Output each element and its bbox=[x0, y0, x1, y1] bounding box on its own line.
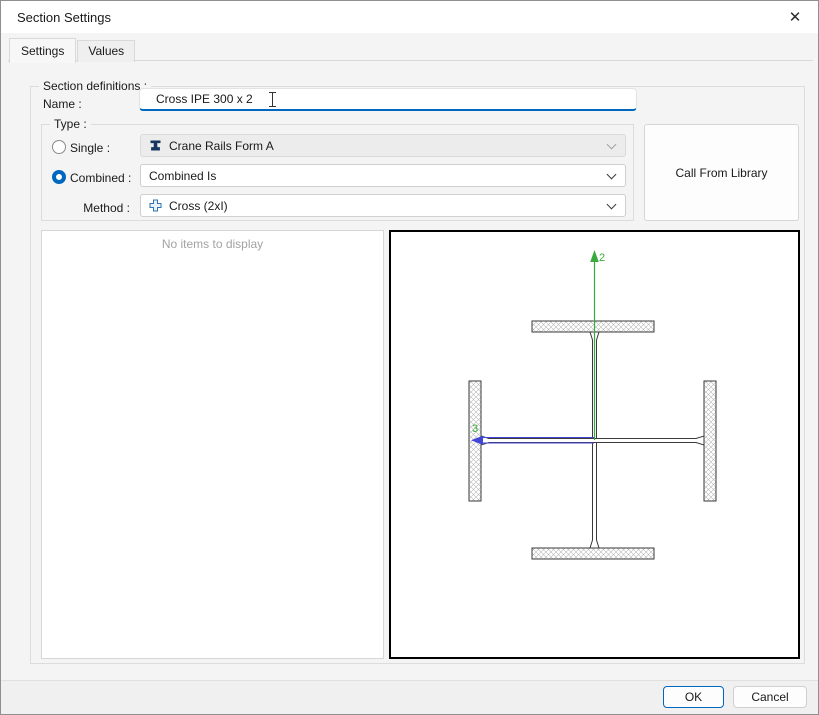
cancel-button[interactable]: Cancel bbox=[733, 686, 807, 708]
cancel-button-label: Cancel bbox=[751, 690, 789, 704]
single-radio[interactable] bbox=[52, 140, 66, 154]
type-group-label: Type : bbox=[50, 117, 91, 131]
call-from-library-button[interactable]: Call From Library bbox=[644, 124, 799, 221]
tab-strip: Settings Values bbox=[9, 38, 136, 63]
cross-section-drawing: 2 3 bbox=[468, 250, 717, 560]
text-cursor-pointer bbox=[269, 92, 276, 107]
combined-type-value: Combined Is bbox=[149, 168, 217, 183]
dialog-footer: OK Cancel bbox=[1, 680, 818, 714]
items-list-panel[interactable]: No items to display bbox=[41, 230, 384, 659]
name-input[interactable] bbox=[139, 88, 637, 111]
type-group: Type : Single : Crane Rails Form A Combi… bbox=[41, 117, 634, 221]
axis-2-arrow bbox=[590, 250, 599, 262]
method-value: Cross (2xI) bbox=[169, 198, 228, 213]
tab-settings[interactable]: Settings bbox=[9, 38, 77, 63]
chevron-down-icon bbox=[606, 199, 617, 210]
name-label: Name : bbox=[43, 97, 82, 111]
cross-section-icon bbox=[149, 199, 162, 212]
section-definitions-label: Section definitions : bbox=[39, 79, 152, 93]
section-preview-panel: 2 3 bbox=[389, 230, 800, 659]
axis-2-label: 2 bbox=[599, 252, 605, 264]
combined-type-dropdown[interactable]: Combined Is bbox=[140, 164, 626, 187]
ok-button-label: OK bbox=[684, 690, 703, 704]
single-type-value: Crane Rails Form A bbox=[169, 138, 274, 153]
method-label: Method : bbox=[83, 201, 130, 215]
settings-tab-page: Section definitions : Name : Type : Sing… bbox=[8, 60, 813, 682]
axis-3-label: 3 bbox=[472, 423, 478, 435]
combined-radio-label[interactable]: Combined : bbox=[70, 171, 131, 185]
tab-values[interactable]: Values bbox=[77, 40, 136, 62]
single-radio-label[interactable]: Single : bbox=[70, 141, 110, 155]
section-settings-dialog: Section Settings ✕ Settings Values Secti… bbox=[0, 0, 819, 715]
ok-button[interactable]: OK bbox=[663, 686, 724, 708]
close-icon[interactable]: ✕ bbox=[772, 1, 818, 33]
section-definitions-group: Section definitions : Name : Type : Sing… bbox=[30, 79, 805, 664]
name-field-wrapper bbox=[139, 88, 637, 112]
single-type-dropdown[interactable]: Crane Rails Form A bbox=[140, 134, 626, 157]
chevron-down-icon bbox=[606, 139, 617, 150]
method-dropdown[interactable]: Cross (2xI) bbox=[140, 194, 626, 217]
title-bar: Section Settings ✕ bbox=[1, 1, 818, 33]
chevron-down-icon bbox=[606, 169, 617, 180]
empty-list-message: No items to display bbox=[161, 237, 264, 251]
combined-radio[interactable] bbox=[52, 170, 66, 184]
window-title: Section Settings bbox=[17, 10, 111, 25]
crane-rail-icon bbox=[149, 139, 162, 152]
call-from-library-label: Call From Library bbox=[675, 165, 768, 180]
